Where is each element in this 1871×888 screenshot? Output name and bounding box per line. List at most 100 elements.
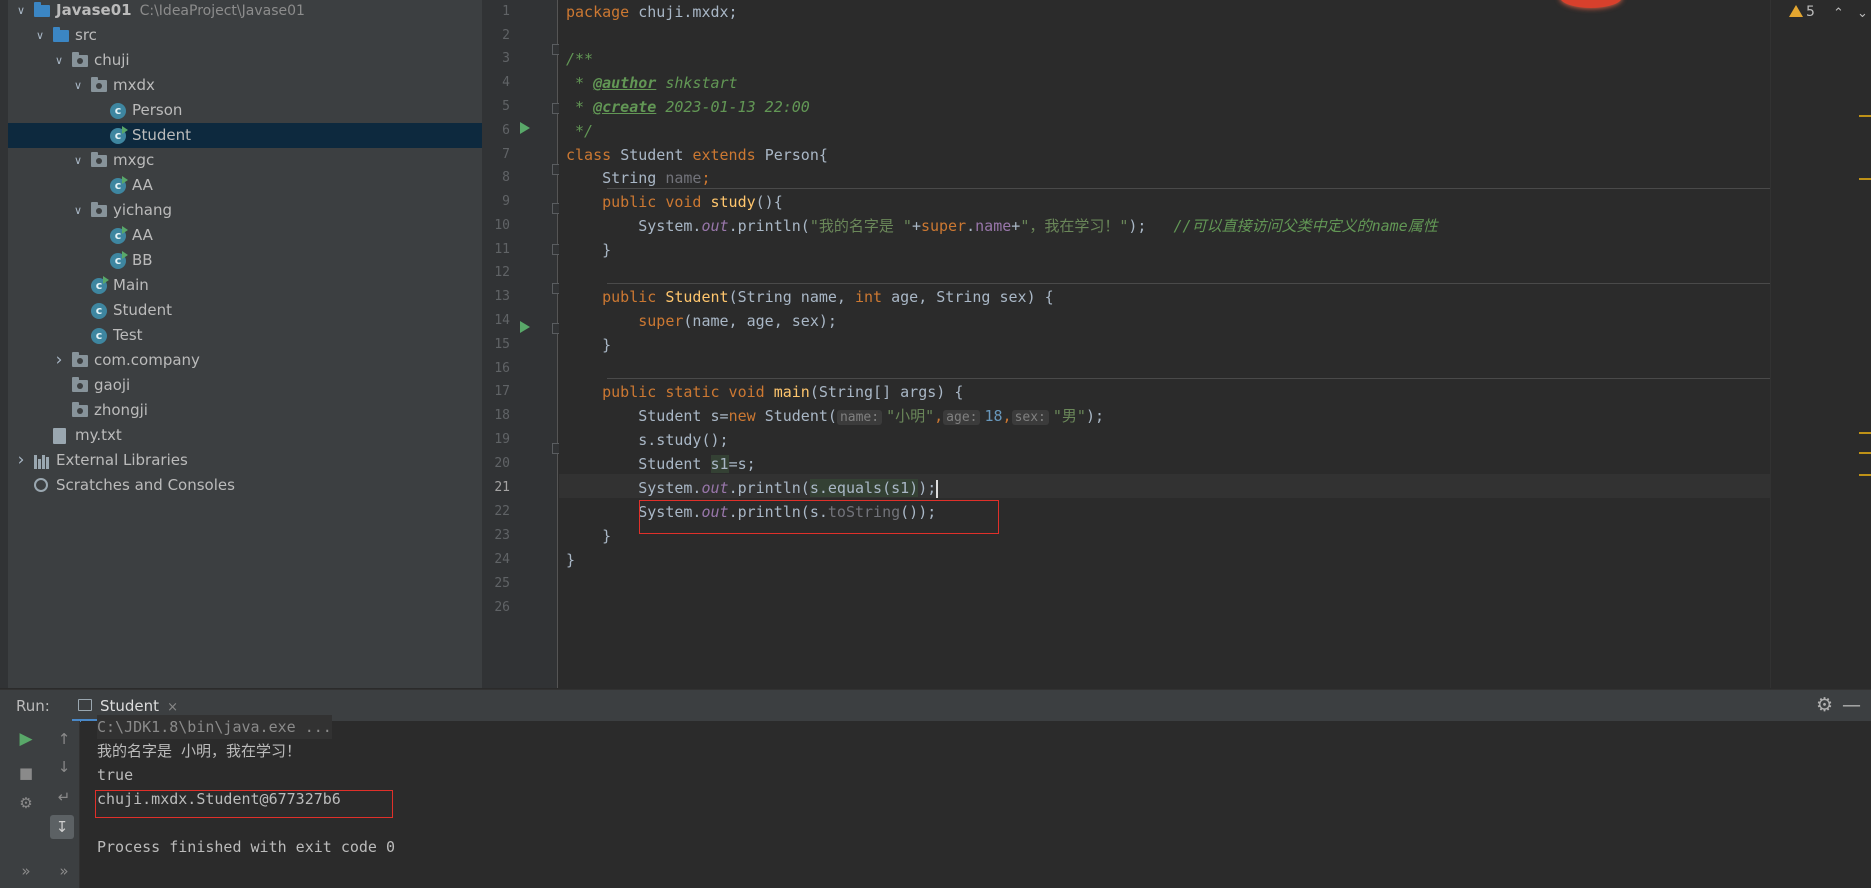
class-icon: c	[110, 103, 126, 119]
line-number[interactable]: 23	[482, 524, 510, 548]
run-tab-label: Student	[100, 697, 160, 715]
line-number[interactable]: 21	[482, 476, 510, 500]
code-line-20: Student s1=s;	[566, 455, 756, 473]
highlight-box-tostring-output	[95, 790, 393, 818]
tree-item[interactable]: c Student	[8, 298, 482, 323]
line-number[interactable]: 9	[482, 190, 510, 214]
tree-item[interactable]: ∨ yichang	[8, 198, 482, 223]
warning-stripe-mark[interactable]	[1859, 432, 1871, 434]
warning-stripe-mark[interactable]	[1859, 115, 1871, 117]
gear-icon[interactable]: ⚙	[1816, 694, 1833, 716]
tree-item[interactable]: ∨ mxgc	[8, 148, 482, 173]
rerun-icon[interactable]: ▶	[14, 727, 38, 751]
console-line: true	[97, 766, 134, 784]
run-class-gutter-icon[interactable]	[520, 122, 530, 134]
line-number[interactable]: 16	[482, 357, 510, 381]
tree-item-text: zhongji	[94, 401, 148, 419]
highlight-box-tostring-line	[639, 500, 999, 534]
warning-count: 5	[1806, 4, 1815, 20]
package-dot	[77, 58, 83, 64]
tree-item-label: Javase01 C:\IdeaProject\Javase01	[56, 0, 305, 24]
console-output[interactable]: C:\JDK1.8\bin\java.exe ... 我的名字是 小明，我在学习！…	[81, 715, 1871, 888]
chevron-down-icon[interactable]: ∨	[71, 148, 85, 173]
chevron-right-icon[interactable]: ›	[14, 448, 28, 473]
param-hint-age: age:	[943, 410, 981, 425]
tree-item[interactable]: c AA	[8, 223, 482, 248]
tree-item-label: AA	[132, 173, 153, 198]
console-command-line[interactable]: C:\JDK1.8\bin\java.exe ...	[97, 715, 332, 739]
line-number[interactable]: 25	[482, 572, 510, 596]
code-line-21: System.out.println(s.equals(s1));	[566, 479, 939, 498]
warning-stripe-mark[interactable]	[1859, 178, 1871, 180]
soft-wrap-icon[interactable]: ↵	[52, 785, 76, 809]
chevron-down-icon[interactable]: ∨	[52, 48, 66, 73]
tree-item-label: Scratches and Consoles	[56, 473, 235, 498]
code-line-1: package chuji.mxdx;	[566, 3, 738, 21]
line-number[interactable]: 20	[482, 452, 510, 476]
line-number[interactable]: 26	[482, 596, 510, 620]
package-dot	[96, 83, 102, 89]
tree-item-label: com.company	[94, 348, 200, 373]
line-number[interactable]: 14	[482, 309, 510, 333]
tree-item[interactable]: Scratches and Consoles	[8, 473, 482, 498]
line-number[interactable]: 15	[482, 333, 510, 357]
line-number[interactable]: 5	[482, 95, 510, 119]
line-number[interactable]: 7	[482, 143, 510, 167]
line-number[interactable]: 11	[482, 238, 510, 262]
line-number[interactable]: 12	[482, 261, 510, 285]
tree-item[interactable]: zhongji	[8, 398, 482, 423]
more-actions-icon[interactable]: »	[52, 859, 76, 883]
line-number[interactable]: 3	[482, 47, 510, 71]
tree-item[interactable]: c Person	[8, 98, 482, 123]
line-number[interactable]: 13	[482, 285, 510, 309]
close-icon[interactable]: ×	[167, 700, 178, 715]
scratches-icon	[34, 478, 48, 492]
previous-highlight-icon[interactable]: ⌃	[1833, 6, 1844, 21]
library-icon	[34, 453, 50, 469]
tree-item-text: chuji	[94, 51, 130, 69]
tree-item[interactable]: c AA	[8, 173, 482, 198]
settings-small-icon[interactable]: ⚙	[14, 791, 38, 815]
tree-item[interactable]: ∨ chuji	[8, 48, 482, 73]
next-highlight-icon[interactable]: ⌄	[1857, 6, 1868, 21]
line-number[interactable]: 24	[482, 548, 510, 572]
stop-icon[interactable]: ■	[14, 761, 38, 785]
scroll-down-icon[interactable]: ↓	[52, 755, 76, 779]
code-editor[interactable]: package chuji.mxdx; /** * @author shksta…	[559, 0, 1770, 688]
chevron-down-icon[interactable]: ∨	[33, 23, 47, 48]
line-number[interactable]: 22	[482, 500, 510, 524]
chevron-down-icon[interactable]: ∨	[14, 0, 28, 23]
chevron-right-icon[interactable]: ›	[52, 348, 66, 373]
tree-item[interactable]: gaoji	[8, 373, 482, 398]
more-actions-icon[interactable]: »	[14, 859, 38, 883]
scroll-to-end-icon[interactable]: ↧	[50, 815, 74, 839]
tree-item[interactable]: ∨ src	[8, 23, 482, 48]
tree-item[interactable]: › External Libraries	[8, 448, 482, 473]
line-number[interactable]: 18	[482, 404, 510, 428]
inspection-widget[interactable]: 5	[1789, 4, 1815, 20]
line-number[interactable]: 6	[482, 119, 510, 143]
tree-item[interactable]: c Main	[8, 273, 482, 298]
line-number[interactable]: 4	[482, 71, 510, 95]
chevron-down-icon[interactable]: ∨	[71, 198, 85, 223]
chevron-down-icon[interactable]: ∨	[71, 73, 85, 98]
tree-item[interactable]: c BB	[8, 248, 482, 273]
tree-item[interactable]: c Student	[8, 123, 482, 148]
run-main-gutter-icon[interactable]	[520, 321, 530, 333]
line-number[interactable]: 10	[482, 214, 510, 238]
scroll-up-icon[interactable]: ↑	[52, 727, 76, 751]
tree-item[interactable]: ∨ mxdx	[8, 73, 482, 98]
line-number[interactable]: 1	[482, 0, 510, 24]
minimize-icon[interactable]: —	[1842, 694, 1861, 716]
param-hint-name: name:	[836, 410, 883, 425]
tree-item[interactable]: ∨ Javase01 C:\IdeaProject\Javase01	[8, 0, 482, 23]
line-number[interactable]: 17	[482, 380, 510, 404]
line-number[interactable]: 19	[482, 428, 510, 452]
warning-stripe-mark[interactable]	[1859, 474, 1871, 476]
tree-item[interactable]: my.txt	[8, 423, 482, 448]
line-number[interactable]: 2	[482, 24, 510, 48]
warning-stripe-mark[interactable]	[1859, 452, 1871, 454]
tree-item[interactable]: › com.company	[8, 348, 482, 373]
tree-item[interactable]: c Test	[8, 323, 482, 348]
line-number[interactable]: 8	[482, 166, 510, 190]
